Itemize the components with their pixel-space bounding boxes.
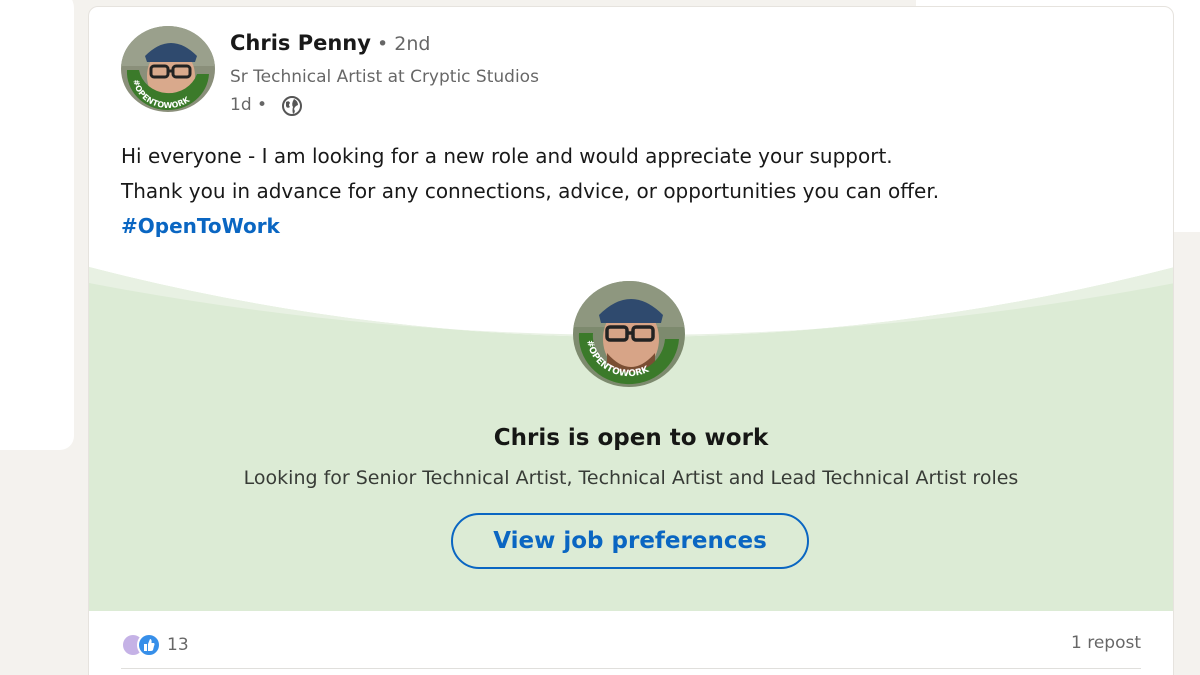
- globe-icon: [281, 95, 303, 117]
- feed-post-card: #OPENTOWORK Chris Penny • 2nd Sr Technic…: [88, 6, 1174, 675]
- reaction-count: 13: [167, 635, 189, 655]
- post-text-line: Thank you in advance for any connections…: [121, 179, 940, 203]
- post-text-line: Hi everyone - I am looking for a new rol…: [121, 144, 893, 168]
- author-name[interactable]: Chris Penny: [230, 31, 371, 55]
- adjacent-card-left-edge: [40, 230, 70, 380]
- social-counts-bar: 13 1 repost: [121, 617, 1141, 669]
- open-to-work-avatar[interactable]: #OPENTOWORK: [573, 281, 685, 387]
- connection-degree: • 2nd: [377, 33, 431, 55]
- author-headline: Sr Technical Artist at Cryptic Studios: [230, 67, 539, 87]
- open-to-work-title: Chris is open to work: [493, 425, 769, 451]
- open-to-work-banner: #OPENTOWORK Chris is open to work Lookin…: [89, 237, 1173, 611]
- post-header: #OPENTOWORK Chris Penny • 2nd Sr Technic…: [89, 7, 1173, 127]
- post-body: Hi everyone - I am looking for a new rol…: [121, 139, 939, 244]
- repost-count[interactable]: 1 repost: [1071, 633, 1141, 653]
- adjacent-card-left: [0, 0, 74, 450]
- hashtag-link[interactable]: #OpenToWork: [121, 214, 280, 238]
- author-avatar[interactable]: #OPENTOWORK: [121, 26, 215, 112]
- open-to-work-roles: Looking for Senior Technical Artist, Tec…: [243, 467, 1019, 489]
- reactions-summary[interactable]: 13: [121, 631, 189, 659]
- like-reaction-icon: [137, 633, 161, 657]
- post-timestamp: 1d •: [230, 95, 268, 115]
- view-job-preferences-button[interactable]: View job preferences: [451, 513, 809, 569]
